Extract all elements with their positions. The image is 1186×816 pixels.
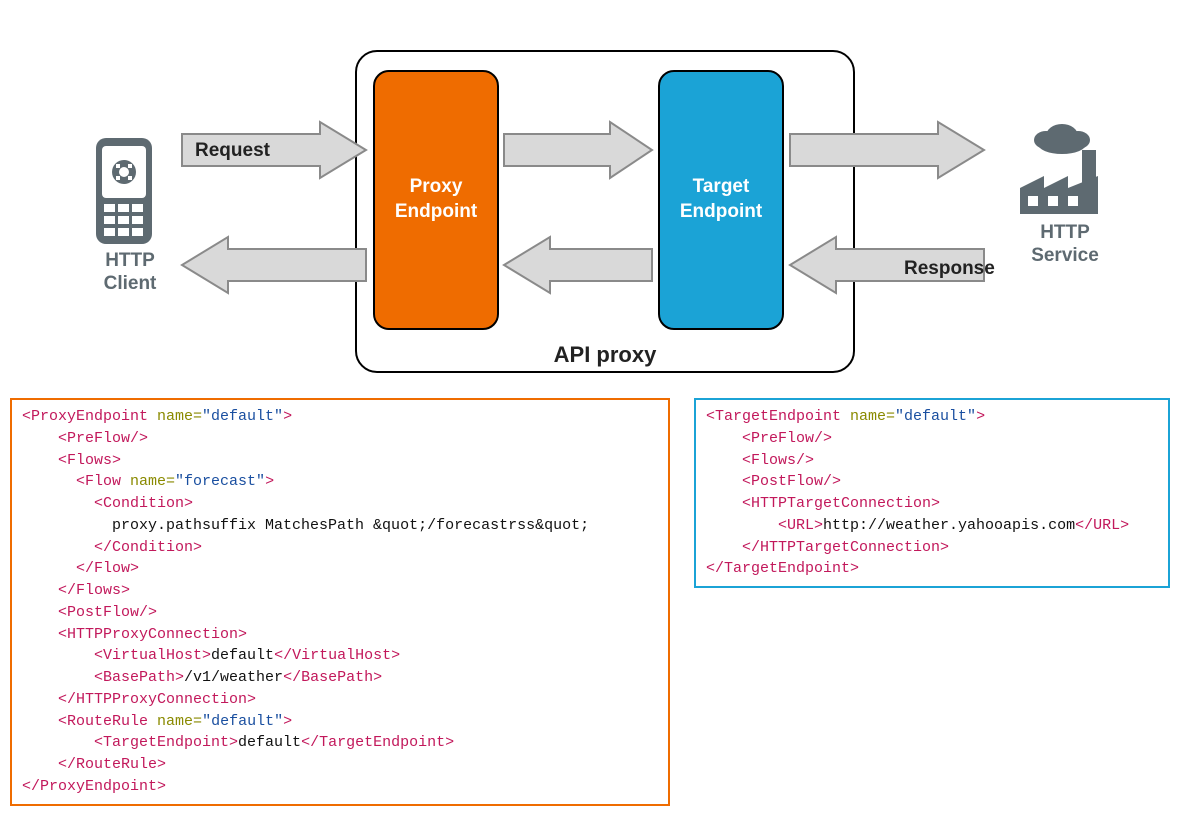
code: <PostFlow/> [742, 473, 841, 490]
request-label: Request [195, 140, 270, 162]
code: name= [850, 408, 895, 425]
text: HTTP [105, 250, 155, 271]
target-endpoint-box: Target Endpoint [658, 70, 784, 330]
architecture-diagram: HTTP Client HTTP Service API proxy Proxy… [10, 10, 1176, 390]
text: Client [104, 273, 157, 294]
code: </Condition> [94, 539, 202, 556]
code: </HTTPTargetConnection> [742, 539, 949, 556]
arrow-left-icon [180, 235, 370, 295]
http-client-label: HTTP Client [90, 250, 170, 296]
code: <BasePath> [94, 669, 184, 686]
code: "forecast" [175, 473, 265, 490]
code: <PreFlow/> [742, 430, 832, 447]
code: <TargetEndpoint> [94, 734, 238, 751]
target-endpoint-xml: <TargetEndpoint name="default"> <PreFlow… [694, 398, 1170, 588]
response-label: Response [904, 258, 995, 280]
text: Target [693, 176, 750, 197]
text: HTTP [1040, 222, 1090, 243]
text: Endpoint [680, 201, 762, 222]
code: default [238, 734, 301, 751]
code: <Condition> [94, 495, 193, 512]
code: "default" [895, 408, 976, 425]
code: </ProxyEndpoint> [22, 778, 166, 795]
code: </Flow> [76, 560, 139, 577]
code: name= [130, 473, 175, 490]
code: /v1/weather [184, 669, 283, 686]
code: </HTTPProxyConnection> [58, 691, 256, 708]
arrow-right-icon [502, 120, 657, 180]
code: <PreFlow/> [58, 430, 148, 447]
code: <HTTPProxyConnection> [58, 626, 247, 643]
arrow-left-icon [502, 235, 657, 295]
proxy-endpoint-xml: <ProxyEndpoint name="default"> <PreFlow/… [10, 398, 670, 806]
code: <ProxyEndpoint [22, 408, 157, 425]
text: Endpoint [395, 201, 477, 222]
code: </URL> [1075, 517, 1129, 534]
code: default [211, 647, 274, 664]
code: </TargetEndpoint> [301, 734, 454, 751]
arrow-right-icon [788, 120, 988, 180]
code: "default" [202, 713, 283, 730]
proxy-endpoint-box: Proxy Endpoint [373, 70, 499, 330]
code: </VirtualHost> [274, 647, 400, 664]
text: Proxy [410, 176, 463, 197]
code: > [283, 713, 292, 730]
code: </Flows> [58, 582, 130, 599]
code: "default" [202, 408, 283, 425]
code: name= [157, 408, 202, 425]
code: > [265, 473, 274, 490]
text: Service [1031, 245, 1099, 266]
code: <Flow [76, 473, 130, 490]
code: </TargetEndpoint> [706, 560, 859, 577]
code: <PostFlow/> [58, 604, 157, 621]
factory-icon [1008, 118, 1118, 218]
code: <URL> [778, 517, 823, 534]
http-service-label: HTTP Service [1010, 222, 1120, 268]
code: <TargetEndpoint [706, 408, 850, 425]
code: proxy.pathsuffix MatchesPath &quot;/fore… [112, 517, 589, 534]
code: <Flows> [58, 452, 121, 469]
code-area: <ProxyEndpoint name="default"> <PreFlow/… [10, 398, 1176, 806]
code: <VirtualHost> [94, 647, 211, 664]
code: </BasePath> [283, 669, 382, 686]
code: <HTTPTargetConnection> [742, 495, 940, 512]
api-proxy-label: API proxy [355, 342, 855, 368]
code: > [283, 408, 292, 425]
code: name= [157, 713, 202, 730]
code: </RouteRule> [58, 756, 166, 773]
code: > [976, 408, 985, 425]
code: <Flows/> [742, 452, 814, 469]
code: http://weather.yahooapis.com [823, 517, 1075, 534]
code: <RouteRule [58, 713, 157, 730]
phone-icon [94, 136, 154, 246]
